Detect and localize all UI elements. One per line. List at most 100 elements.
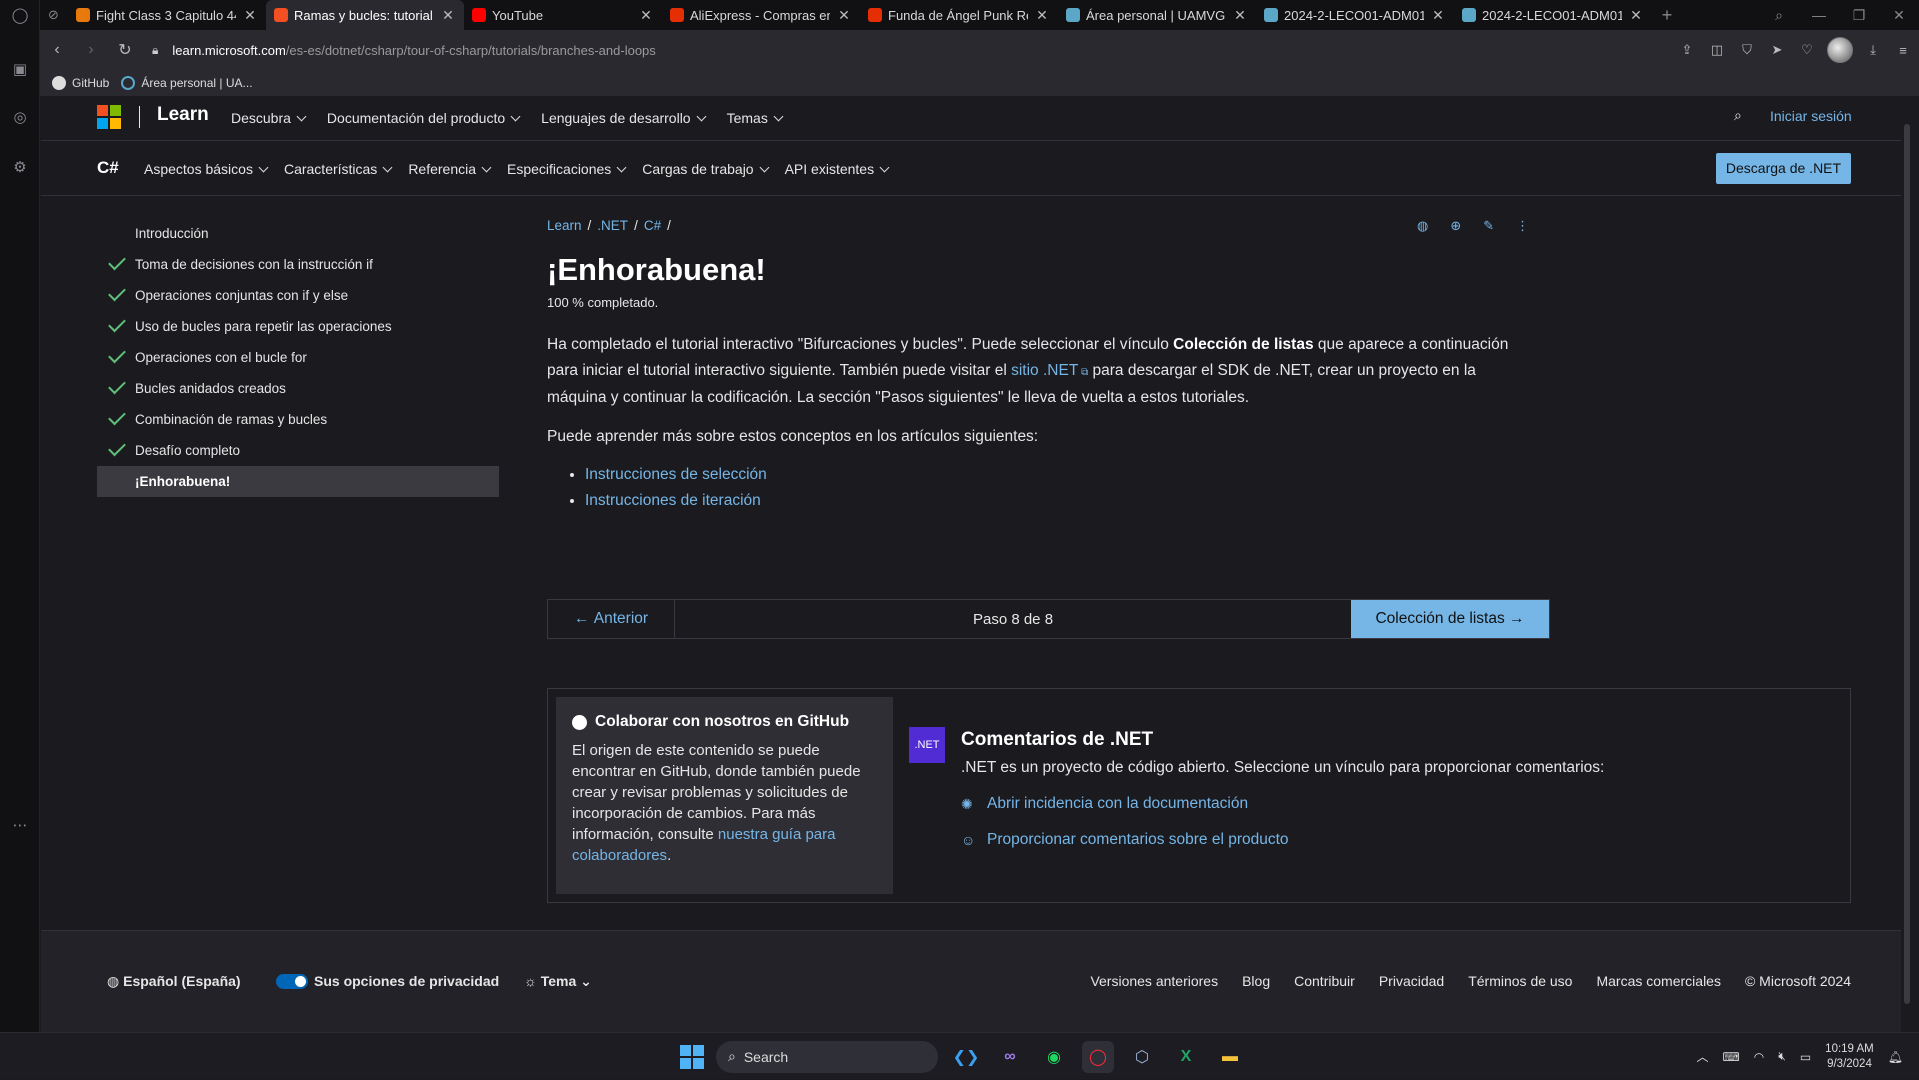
toc-item[interactable]: Introducción <box>97 218 499 249</box>
subnav-api[interactable]: API existentes <box>785 161 889 177</box>
previous-button[interactable]: ← Anterior <box>548 600 675 638</box>
browser-tab[interactable]: Ramas y bucles: tutorial int ✕ <box>266 0 464 30</box>
search-icon[interactable]: ⌕ <box>1734 107 1742 124</box>
subnav-cargas[interactable]: Cargas de trabajo <box>642 161 767 177</box>
opera-logo-icon[interactable]: ◯ <box>10 6 30 26</box>
close-tab-icon[interactable]: ✕ <box>1034 7 1050 24</box>
battery-icon[interactable]: ▭ <box>1800 1050 1811 1064</box>
browser-tab[interactable]: AliExpress - Compras en lín ✕ <box>662 0 860 30</box>
link-seleccion[interactable]: Instrucciones de selección <box>585 466 767 483</box>
footer-marcas[interactable]: Marcas comerciales <box>1596 973 1720 989</box>
scrollbar-thumb[interactable] <box>1904 124 1910 1004</box>
footer-contribuir[interactable]: Contribuir <box>1294 973 1355 989</box>
bookmark-github[interactable]: GitHub <box>52 76 109 90</box>
toc-item[interactable]: Operaciones conjuntas con if y else <box>97 280 499 311</box>
add-collection-icon[interactable]: ⊕ <box>1450 218 1461 234</box>
adblock-icon[interactable]: ⛉ <box>1737 42 1757 58</box>
wifi-icon[interactable]: ◠ <box>1754 1050 1764 1064</box>
privacy-choices[interactable]: Sus opciones de privacidad <box>276 973 499 989</box>
settings-icon[interactable]: ⚙ <box>10 158 30 178</box>
link-iteracion[interactable]: Instrucciones de iteración <box>585 492 761 509</box>
search-tabs-icon[interactable]: ⌕ <box>1759 0 1799 30</box>
close-tab-icon[interactable]: ✕ <box>836 7 852 24</box>
product-title[interactable]: C# <box>97 158 119 178</box>
footer-blog[interactable]: Blog <box>1242 973 1270 989</box>
share-icon[interactable]: ⇪ <box>1677 42 1697 58</box>
product-feedback-link[interactable]: ☺ Proporcionar comentarios sobre el produ… <box>961 831 1604 849</box>
lock-icon[interactable]: 🔒︎ <box>152 43 158 58</box>
signin-link[interactable]: Iniciar sesión <box>1770 108 1852 124</box>
menu-icon[interactable]: ≡ <box>1893 43 1913 58</box>
toc-item[interactable]: Operaciones con el bucle for <box>97 342 499 373</box>
chevron-up-icon[interactable]: ︿ <box>1696 1048 1708 1065</box>
snapshot-icon[interactable]: ◫ <box>1707 42 1727 58</box>
vscode-icon[interactable]: ❮❯ <box>950 1041 982 1073</box>
url-field[interactable]: learn.microsoft.com/es-es/dotnet/csharp/… <box>172 43 655 58</box>
globe-icon[interactable]: ◍ <box>1417 218 1428 234</box>
send-icon[interactable]: ➤ <box>1767 42 1787 58</box>
toc-item[interactable]: Uso de bucles para repetir las operacion… <box>97 311 499 342</box>
footer-terminos[interactable]: Términos de uso <box>1468 973 1572 989</box>
windows-start-icon[interactable] <box>680 1044 704 1069</box>
browser-tab[interactable]: YouTube ✕ <box>464 0 662 30</box>
subnav-referencia[interactable]: Referencia <box>408 161 490 177</box>
microsoft-logo-icon[interactable] <box>97 105 121 129</box>
toc-item[interactable]: ¡Enhorabuena! <box>97 466 499 497</box>
browser-tab[interactable]: Área personal | UAMVG ✕ <box>1058 0 1256 30</box>
language-selector[interactable]: ◍ Español (España) <box>107 973 241 990</box>
messenger-icon[interactable]: ◎ <box>10 108 30 128</box>
scrollbar[interactable] <box>1903 104 1911 1024</box>
close-tab-icon[interactable]: ✕ <box>242 7 258 24</box>
browser-tab[interactable]: 2024-2-LECO01-ADM0114 ✕ <box>1454 0 1652 30</box>
open-issue-link[interactable]: ✺ Abrir incidencia con la documentación <box>961 795 1604 813</box>
profile-avatar[interactable] <box>1827 37 1853 63</box>
close-tab-icon[interactable]: ✕ <box>1628 7 1644 24</box>
theme-selector[interactable]: ☼ Tema ⌄ <box>524 973 592 990</box>
visual-studio-icon[interactable]: ∞ <box>994 1041 1026 1073</box>
browser-tab[interactable]: 2024-2-LECO01-ADM0114 ✕ <box>1256 0 1454 30</box>
close-tab-icon[interactable]: ✕ <box>1232 7 1248 24</box>
net-site-link[interactable]: sitio .NET <box>1011 362 1078 379</box>
more-options-icon[interactable]: ⋮ <box>1516 218 1529 234</box>
excel-icon[interactable]: X <box>1170 1041 1202 1073</box>
toc-item[interactable]: Bucles anidados creados <box>97 373 499 404</box>
volume-muted-icon[interactable]: 🔇︎ <box>1778 1049 1786 1064</box>
clock[interactable]: 10:19 AM 9/3/2024 <box>1825 1042 1874 1072</box>
bookmark-heart-icon[interactable]: ♡ <box>1797 42 1817 58</box>
maximize-button[interactable]: ❐ <box>1839 0 1879 30</box>
footer-privacidad[interactable]: Privacidad <box>1379 973 1444 989</box>
nav-lenguajes[interactable]: Lenguajes de desarrollo <box>541 110 704 126</box>
keyboard-icon[interactable]: ⌨ <box>1722 1050 1739 1064</box>
forward-icon[interactable]: › <box>74 41 108 59</box>
notification-bell-icon[interactable]: 🔔︎ <box>1888 1050 1903 1064</box>
virtualbox-icon[interactable]: ⬡ <box>1126 1041 1158 1073</box>
workspaces-icon[interactable]: ▣ <box>10 60 30 80</box>
file-explorer-icon[interactable]: ▬ <box>1214 1041 1246 1073</box>
download-icon[interactable]: ⤓ <box>1863 42 1883 58</box>
nav-descubra[interactable]: Descubra <box>231 110 305 126</box>
taskbar-search[interactable]: ⌕ Search <box>716 1040 938 1073</box>
edit-icon[interactable]: ✎ <box>1483 218 1494 234</box>
nav-documentacion[interactable]: Documentación del producto <box>327 110 519 126</box>
new-tab-button[interactable]: + <box>1652 0 1682 30</box>
breadcrumb-learn[interactable]: Learn <box>547 218 582 233</box>
close-tab-icon[interactable]: ✕ <box>638 7 654 24</box>
more-icon[interactable]: ⋯ <box>10 816 30 836</box>
tab-actions-icon[interactable]: ⊘ <box>40 0 68 30</box>
bookmark-area-personal[interactable]: Área personal | UA... <box>121 76 253 90</box>
next-button[interactable]: Colección de listas → <box>1351 600 1549 638</box>
download-net-button[interactable]: Descarga de .NET <box>1716 153 1851 184</box>
minimize-button[interactable]: — <box>1799 0 1839 30</box>
breadcrumb-csharp[interactable]: C# <box>644 218 661 233</box>
close-window-button[interactable]: ✕ <box>1879 0 1919 30</box>
learn-brand[interactable]: Learn <box>157 104 209 126</box>
browser-tab[interactable]: Fight Class 3 Capitulo 44 ✕ <box>68 0 266 30</box>
toc-item[interactable]: Toma de decisiones con la instrucción if <box>97 249 499 280</box>
subnav-especificaciones[interactable]: Especificaciones <box>507 161 625 177</box>
breadcrumb-net[interactable]: .NET <box>597 218 628 233</box>
back-icon[interactable]: ‹ <box>40 41 74 59</box>
reload-icon[interactable]: ↻ <box>108 40 142 60</box>
opera-icon[interactable]: ◯ <box>1082 1040 1114 1073</box>
nav-temas[interactable]: Temas <box>727 110 782 126</box>
close-tab-icon[interactable]: ✕ <box>440 7 456 24</box>
